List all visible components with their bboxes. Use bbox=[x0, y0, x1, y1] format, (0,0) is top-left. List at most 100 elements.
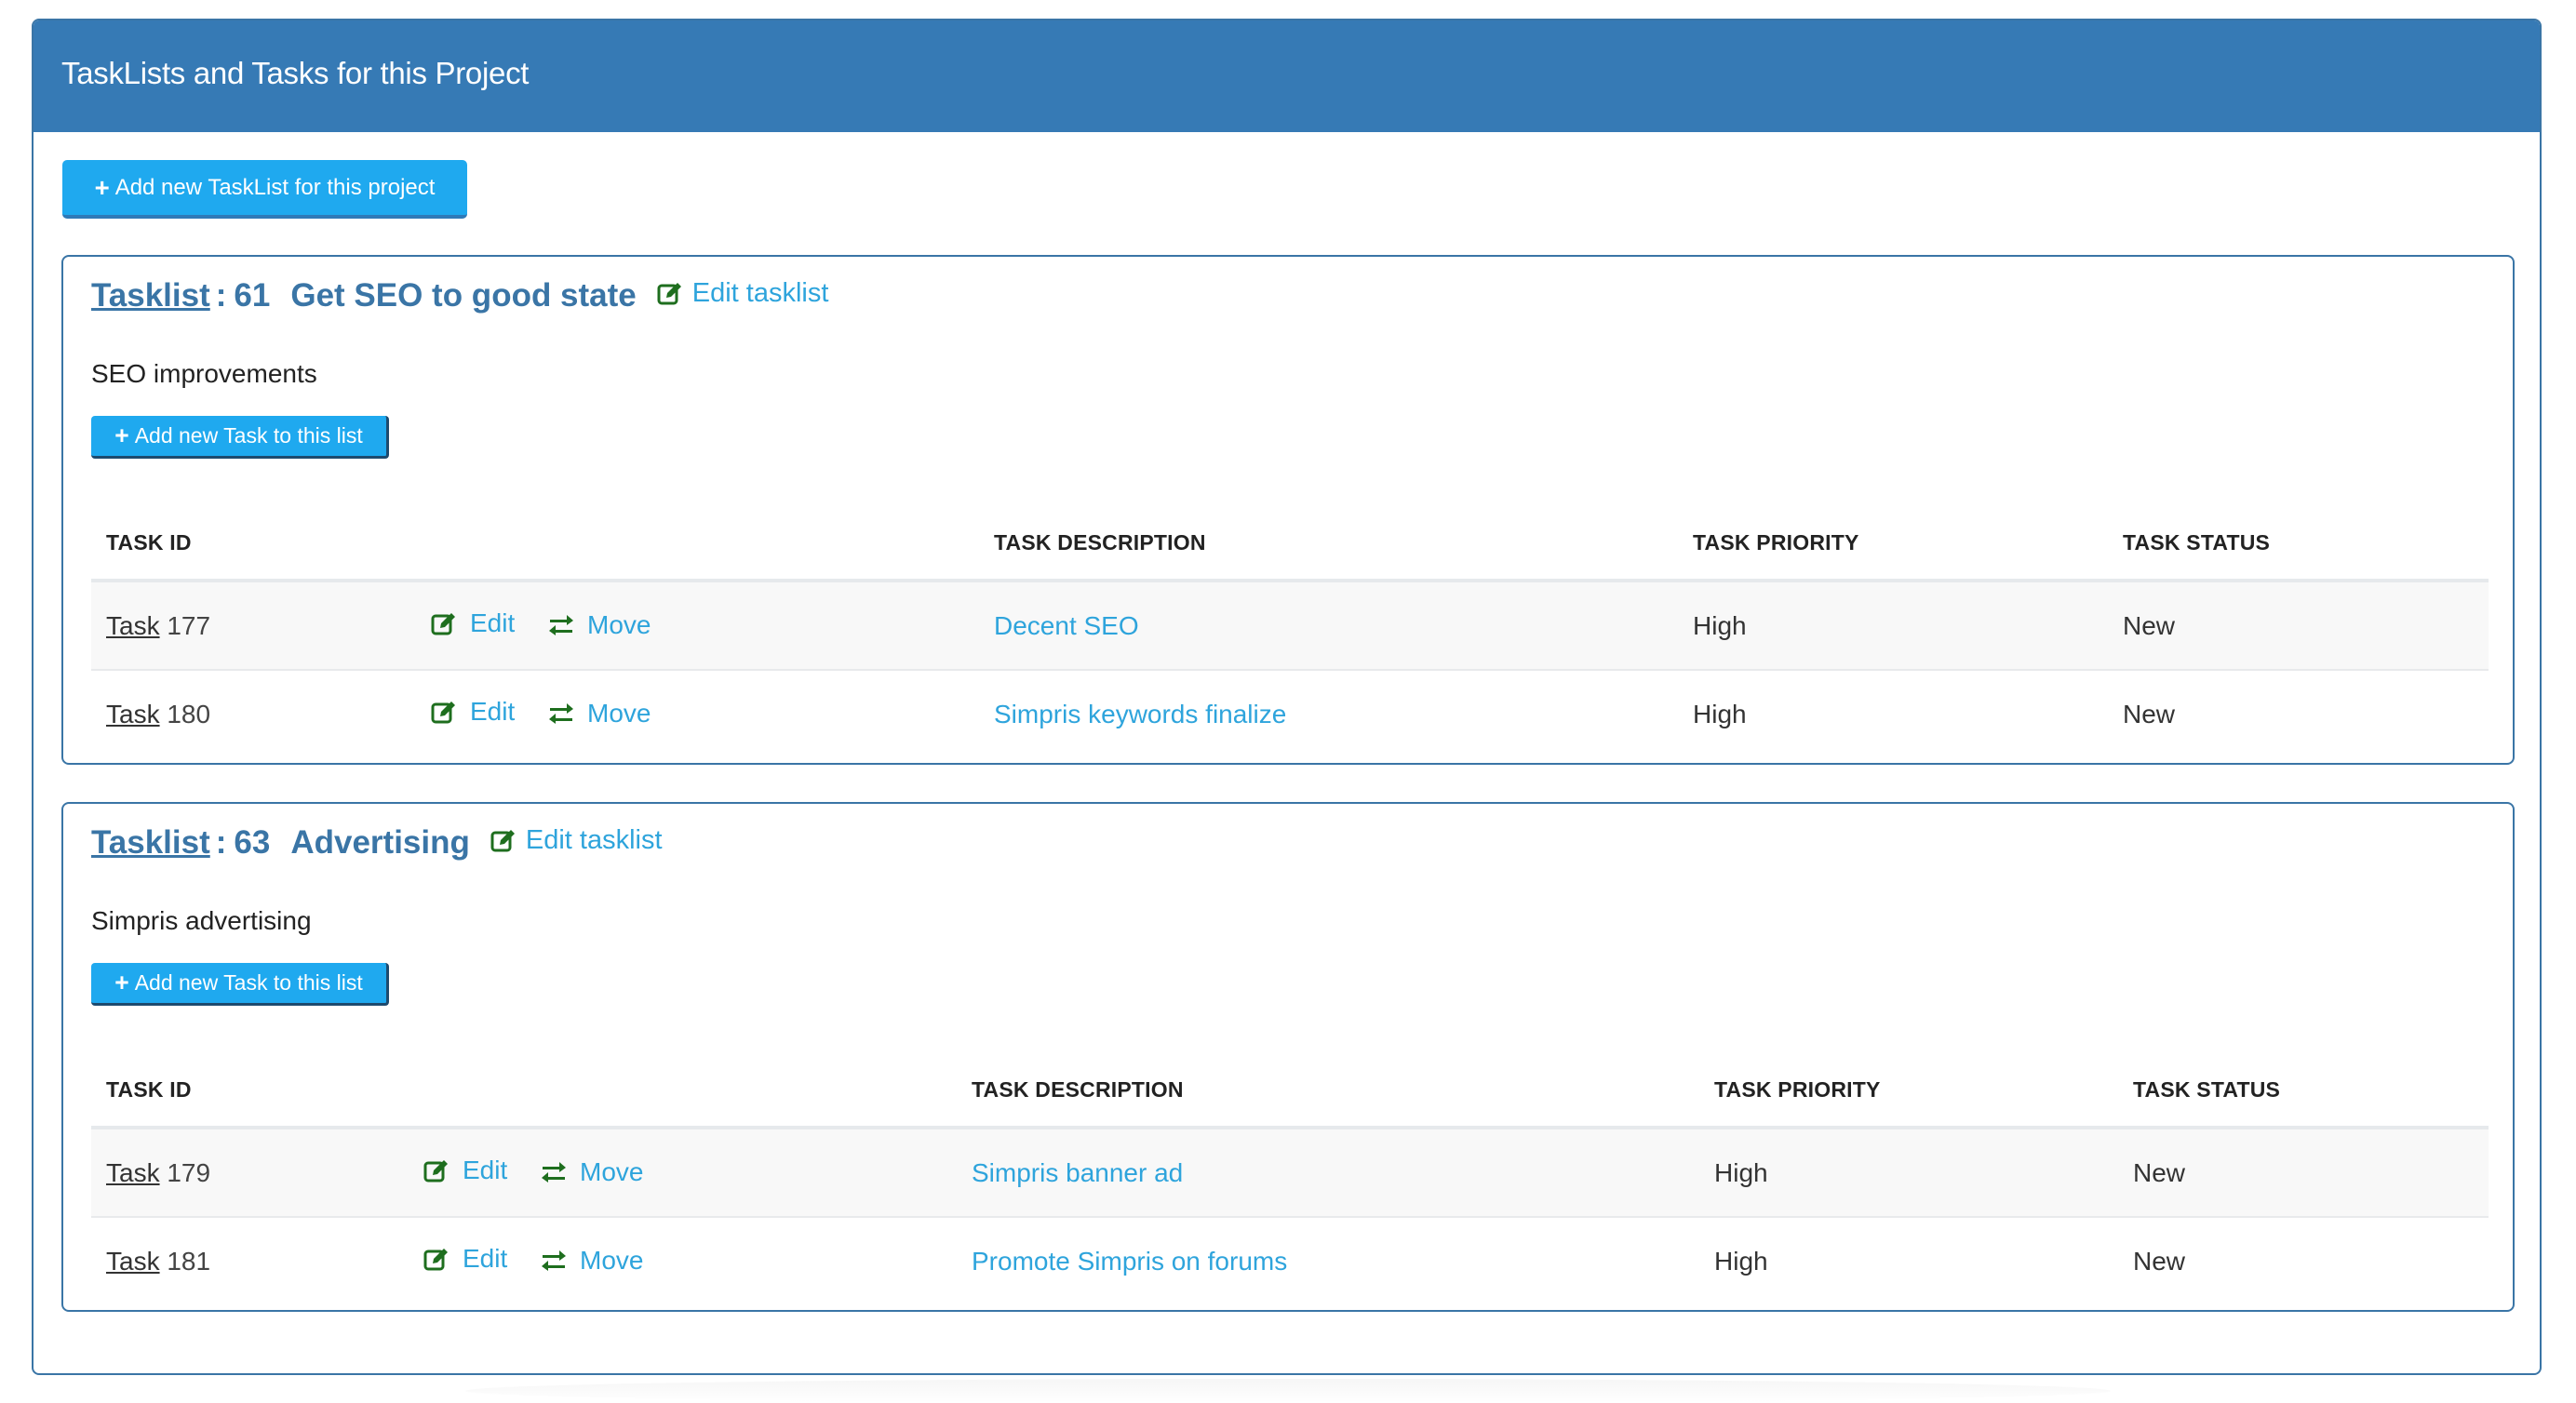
task-description-cell: Decent SEO bbox=[979, 581, 1678, 671]
edit-icon bbox=[657, 280, 683, 306]
task-actions-cell: Edit Move bbox=[409, 1128, 957, 1218]
add-task-button[interactable]: + Add new Task to this list bbox=[91, 416, 389, 459]
task-link[interactable]: Task bbox=[106, 1158, 160, 1187]
column-header-task-description: TASK DESCRIPTION bbox=[957, 1053, 1699, 1129]
task-actions-cell: Edit Move bbox=[416, 670, 979, 757]
tasklist-description: Simpris advertising bbox=[91, 906, 312, 935]
table-header-row: TASK ID TASK DESCRIPTION TASK PRIORITY T… bbox=[91, 506, 2489, 582]
add-tasklist-label: Add new TaskList for this project bbox=[114, 174, 436, 200]
add-task-button[interactable]: + Add new Task to this list bbox=[91, 963, 389, 1006]
move-task-link[interactable]: Move bbox=[548, 610, 651, 640]
move-task-link[interactable]: Move bbox=[541, 1157, 644, 1187]
task-id-cell: Task 179 bbox=[91, 1128, 409, 1218]
edit-task-label: Edit bbox=[470, 608, 516, 637]
column-header-actions bbox=[409, 1053, 957, 1129]
edit-icon bbox=[431, 610, 457, 636]
edit-task-link[interactable]: Edit bbox=[431, 608, 515, 638]
tasks-table: TASK ID TASK DESCRIPTION TASK PRIORITY T… bbox=[91, 1053, 2489, 1304]
move-task-label: Move bbox=[587, 699, 651, 728]
panel-shadow bbox=[465, 1379, 2111, 1403]
tasklist-id: 61 bbox=[234, 277, 271, 314]
tasklists-panel: TaskLists and Tasks for this Project + A… bbox=[32, 19, 2542, 1375]
exchange-arrows-icon bbox=[548, 702, 574, 725]
task-actions-cell: Edit Move bbox=[409, 1217, 957, 1304]
tasklist-separator: : bbox=[215, 277, 227, 314]
edit-task-link[interactable]: Edit bbox=[431, 697, 515, 727]
exchange-arrows-icon bbox=[548, 614, 574, 636]
task-priority-cell: High bbox=[1699, 1128, 2118, 1218]
tasklist-heading: Tasklist : 63 Advertising Edit tasklist bbox=[91, 824, 663, 862]
task-id-cell: Task 181 bbox=[91, 1217, 409, 1304]
task-priority-cell: High bbox=[1693, 699, 1747, 728]
tasklist-card: Tasklist : 61 Get SEO to good state Edit… bbox=[61, 255, 2515, 765]
table-row: Task 180 Edit Move Simpris keywords fina… bbox=[91, 670, 2489, 757]
column-header-task-status: TASK STATUS bbox=[2118, 1053, 2489, 1129]
task-id: 181 bbox=[167, 1246, 211, 1276]
task-link[interactable]: Task bbox=[106, 700, 160, 728]
edit-tasklist-link[interactable]: Edit tasklist bbox=[657, 277, 829, 309]
task-description-link[interactable]: Simpris keywords finalize bbox=[994, 700, 1286, 728]
tasklist-name: Advertising bbox=[290, 824, 470, 861]
tasklist-description: SEO improvements bbox=[91, 359, 317, 388]
column-header-task-id: TASK ID bbox=[91, 506, 416, 582]
edit-task-label: Edit bbox=[470, 697, 516, 726]
task-id: 177 bbox=[167, 610, 211, 640]
move-task-link[interactable]: Move bbox=[541, 1246, 644, 1276]
add-task-label: Add new Task to this list bbox=[134, 423, 363, 448]
table-row: Task 181 Edit Move Promote Simpris on fo… bbox=[91, 1217, 2489, 1304]
column-header-task-description: TASK DESCRIPTION bbox=[979, 506, 1678, 582]
edit-icon bbox=[431, 699, 457, 725]
tasklist-id: 63 bbox=[234, 824, 271, 861]
table-row: Task 179 Edit Move Simpris banner ad Hig… bbox=[91, 1128, 2489, 1218]
task-description-cell: Simpris keywords finalize bbox=[979, 670, 1678, 757]
task-description-link[interactable]: Decent SEO bbox=[994, 611, 1139, 640]
edit-icon bbox=[423, 1157, 449, 1183]
add-task-label: Add new Task to this list bbox=[134, 970, 363, 995]
tasklist-link[interactable]: Tasklist bbox=[91, 824, 210, 862]
task-description-cell: Promote Simpris on forums bbox=[957, 1217, 1699, 1304]
edit-tasklist-label: Edit tasklist bbox=[525, 824, 663, 855]
move-task-link[interactable]: Move bbox=[548, 699, 651, 728]
task-description-cell: Simpris banner ad bbox=[957, 1128, 1699, 1218]
exchange-arrows-icon bbox=[541, 1249, 567, 1272]
task-id: 179 bbox=[167, 1157, 211, 1187]
task-description-link[interactable]: Simpris banner ad bbox=[972, 1158, 1183, 1187]
tasklist-card: Tasklist : 63 Advertising Edit tasklist … bbox=[61, 802, 2515, 1312]
add-tasklist-button[interactable]: + Add new TaskList for this project bbox=[62, 160, 467, 219]
tasklist-link[interactable]: Tasklist bbox=[91, 277, 210, 314]
task-status-cell: New bbox=[2118, 1128, 2489, 1218]
column-header-task-status: TASK STATUS bbox=[2108, 506, 2489, 582]
move-task-label: Move bbox=[587, 610, 651, 639]
task-description-link[interactable]: Promote Simpris on forums bbox=[972, 1247, 1287, 1276]
task-id-cell: Task 180 bbox=[91, 670, 416, 757]
panel-heading: TaskLists and Tasks for this Project bbox=[34, 20, 2540, 132]
column-header-task-priority: TASK PRIORITY bbox=[1678, 506, 2108, 582]
column-header-actions bbox=[416, 506, 979, 582]
tasks-table: TASK ID TASK DESCRIPTION TASK PRIORITY T… bbox=[91, 506, 2489, 757]
move-task-label: Move bbox=[580, 1157, 644, 1186]
task-status-cell: New bbox=[2133, 1246, 2186, 1276]
exchange-arrows-icon bbox=[541, 1161, 567, 1183]
tasklist-heading: Tasklist : 61 Get SEO to good state Edit… bbox=[91, 277, 828, 314]
column-header-task-priority: TASK PRIORITY bbox=[1699, 1053, 2118, 1129]
edit-task-link[interactable]: Edit bbox=[423, 1156, 507, 1185]
table-header-row: TASK ID TASK DESCRIPTION TASK PRIORITY T… bbox=[91, 1053, 2489, 1129]
task-link[interactable]: Task bbox=[106, 1247, 160, 1276]
column-header-task-id: TASK ID bbox=[91, 1053, 409, 1129]
move-task-label: Move bbox=[580, 1246, 644, 1275]
tasklist-separator: : bbox=[215, 824, 227, 861]
plus-icon: + bbox=[114, 969, 129, 997]
task-id-cell: Task 177 bbox=[91, 581, 416, 671]
task-link[interactable]: Task bbox=[106, 611, 160, 640]
plus-icon: + bbox=[114, 421, 129, 450]
task-status-cell: New bbox=[2123, 699, 2176, 728]
edit-task-label: Edit bbox=[463, 1244, 508, 1273]
edit-icon bbox=[423, 1246, 449, 1272]
plus-icon: + bbox=[94, 172, 110, 202]
edit-tasklist-link[interactable]: Edit tasklist bbox=[490, 825, 663, 856]
task-priority-cell: High bbox=[1714, 1246, 1768, 1276]
edit-icon bbox=[490, 827, 517, 853]
edit-task-link[interactable]: Edit bbox=[423, 1244, 507, 1274]
edit-tasklist-label: Edit tasklist bbox=[691, 277, 829, 308]
edit-task-label: Edit bbox=[463, 1156, 508, 1184]
